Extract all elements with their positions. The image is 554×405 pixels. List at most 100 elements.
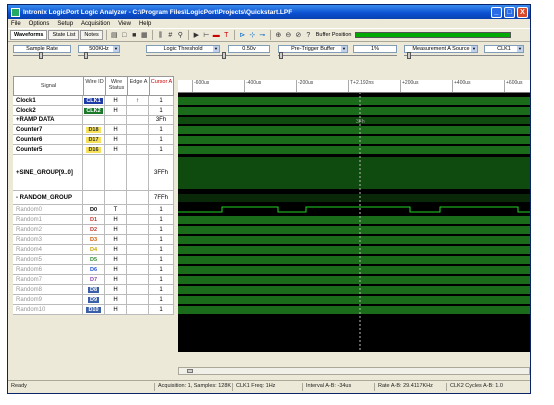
col-cursor-a[interactable]: Cursor A xyxy=(150,77,174,96)
pretrigger-slider[interactable] xyxy=(278,52,397,61)
signal-name[interactable]: Random9 xyxy=(13,295,83,304)
signal-row[interactable]: Clock1 CLK1 H ↑ 1 xyxy=(13,96,174,106)
signal-row[interactable]: Random1 D1 H 1 xyxy=(13,215,174,225)
signal-row[interactable]: Random6 D6 H 1 xyxy=(13,265,174,275)
col-wire-id[interactable]: Wire ID xyxy=(84,77,106,96)
signal-name[interactable]: Counter6 xyxy=(13,135,83,144)
signal-name[interactable]: Counter5 xyxy=(13,145,83,154)
edge-a[interactable] xyxy=(127,225,149,234)
open-icon[interactable]: ▤ xyxy=(110,31,119,40)
col-signal[interactable]: Signal xyxy=(14,77,84,96)
signal-name[interactable]: Random4 xyxy=(13,245,83,254)
slider-thumb[interactable] xyxy=(39,52,43,59)
signal-row[interactable]: +SINE_GROUP[9..0] 3FFh xyxy=(13,155,174,191)
play-icon[interactable]: ⊳ xyxy=(238,31,247,40)
threshold-slider[interactable] xyxy=(146,52,270,61)
signal-name[interactable]: Clock1 xyxy=(13,96,83,105)
edge-a[interactable] xyxy=(127,215,149,224)
edge-a[interactable] xyxy=(127,265,149,274)
edge-a[interactable] xyxy=(127,155,149,190)
zoom-in-icon[interactable]: ⊕ xyxy=(274,31,283,40)
tab-state-list[interactable]: State List xyxy=(48,30,80,40)
signal-name[interactable]: Clock2 xyxy=(13,106,83,115)
signal-row[interactable]: Random4 D4 H 1 xyxy=(13,245,174,255)
signal-row[interactable]: Clock2 CLK2 H 1 xyxy=(13,106,174,116)
zoom-out-icon[interactable]: ⊖ xyxy=(284,31,293,40)
signal-row[interactable]: Random2 D2 H 1 xyxy=(13,225,174,235)
menu-file[interactable]: File xyxy=(11,21,21,27)
bars-icon[interactable]: ⫼ xyxy=(156,31,165,40)
cursor-icon[interactable]: ⊢ xyxy=(202,31,211,40)
edge-a[interactable] xyxy=(127,245,149,254)
pretrigger-input[interactable]: 1% xyxy=(353,45,397,53)
edge-a[interactable] xyxy=(127,135,149,144)
col-edge-a[interactable]: Edge A xyxy=(128,77,150,96)
signal-name[interactable]: Random3 xyxy=(13,235,83,244)
signal-row[interactable]: Random0 D0 T 1 xyxy=(13,205,174,215)
menu-acquisition[interactable]: Acquisition xyxy=(81,21,110,27)
edge-a[interactable] xyxy=(127,285,149,294)
new-icon[interactable]: □ xyxy=(120,31,129,40)
signal-name[interactable]: Random8 xyxy=(13,285,83,294)
signal-row[interactable]: Random7 D7 H 1 xyxy=(13,275,174,285)
logic-threshold-input[interactable]: 0.50v xyxy=(228,45,270,53)
minimize-button[interactable]: _ xyxy=(491,6,502,18)
col-wire-status[interactable]: Wire Status xyxy=(106,77,128,96)
help-icon[interactable]: ? xyxy=(304,31,313,40)
menu-view[interactable]: View xyxy=(118,21,131,27)
step-icon[interactable]: ⊹ xyxy=(248,31,257,40)
signal-row[interactable]: Random9 D9 H 1 xyxy=(13,295,174,305)
slider-thumb[interactable] xyxy=(279,52,283,59)
signal-name[interactable]: Random6 xyxy=(13,265,83,274)
menu-setup[interactable]: Setup xyxy=(57,21,73,27)
edge-a[interactable] xyxy=(127,145,149,154)
signal-row[interactable]: Random10 D10 H 1 xyxy=(13,305,174,315)
save-icon[interactable]: ■ xyxy=(130,31,139,40)
rate-slider[interactable] xyxy=(78,52,120,61)
scrollbar-thumb[interactable] xyxy=(187,369,193,373)
signal-row[interactable]: - RANDOM_GROUP 7FFh xyxy=(13,191,174,205)
signal-row[interactable]: Counter6 D17 H 1 xyxy=(13,135,174,145)
edge-a[interactable] xyxy=(127,191,149,204)
signal-row[interactable]: Random8 D8 H 1 xyxy=(13,285,174,295)
run-icon[interactable]: ▶ xyxy=(192,31,201,40)
hash-icon[interactable]: # xyxy=(166,31,175,40)
zoom-fit-icon[interactable]: ⊘ xyxy=(294,31,303,40)
edge-a[interactable] xyxy=(127,116,149,124)
signal-name[interactable]: Random10 xyxy=(13,305,83,314)
edge-a[interactable] xyxy=(127,305,149,314)
edge-a[interactable] xyxy=(127,235,149,244)
edge-a[interactable] xyxy=(127,106,149,115)
trigger-icon[interactable]: T xyxy=(222,31,231,40)
signal-name[interactable]: Random5 xyxy=(13,255,83,264)
tab-notes[interactable]: Notes xyxy=(80,30,103,40)
signal-name[interactable]: - RANDOM_GROUP xyxy=(13,191,83,204)
waveform-canvas[interactable]: 3Fh xyxy=(178,80,530,352)
signal-name[interactable]: Counter7 xyxy=(13,125,83,134)
print-icon[interactable]: ▦ xyxy=(140,31,149,40)
signal-name[interactable]: +RAMP DATA xyxy=(13,116,83,124)
signal-row[interactable]: Random3 D3 H 1 xyxy=(13,235,174,245)
horizontal-scrollbar[interactable] xyxy=(178,367,530,375)
magnify-icon[interactable]: ⚲ xyxy=(176,31,185,40)
close-button[interactable]: X xyxy=(517,6,528,18)
slider-thumb[interactable] xyxy=(222,52,226,59)
edge-a[interactable]: ↑ xyxy=(127,96,149,105)
edge-a[interactable] xyxy=(127,205,149,214)
slider-thumb[interactable] xyxy=(84,52,88,59)
maximize-button[interactable]: □ xyxy=(504,6,515,18)
signal-row[interactable]: Counter7 D18 H 1 xyxy=(13,125,174,135)
edge-a[interactable] xyxy=(127,295,149,304)
signal-name[interactable]: Random2 xyxy=(13,225,83,234)
signal-name[interactable]: +SINE_GROUP[9..0] xyxy=(13,155,83,190)
menu-help[interactable]: Help xyxy=(139,21,151,27)
edge-a[interactable] xyxy=(127,275,149,284)
menu-options[interactable]: Options xyxy=(29,21,50,27)
signal-name[interactable]: Random7 xyxy=(13,275,83,284)
edge-a[interactable] xyxy=(127,255,149,264)
measurement-source-select[interactable]: CLK1 ▼ xyxy=(484,45,524,53)
signal-row[interactable]: +RAMP DATA 3Fh xyxy=(13,116,174,125)
signal-name[interactable]: Random0 xyxy=(13,205,83,214)
edge-a[interactable] xyxy=(127,125,149,134)
sample-rate-slider[interactable] xyxy=(13,52,71,61)
